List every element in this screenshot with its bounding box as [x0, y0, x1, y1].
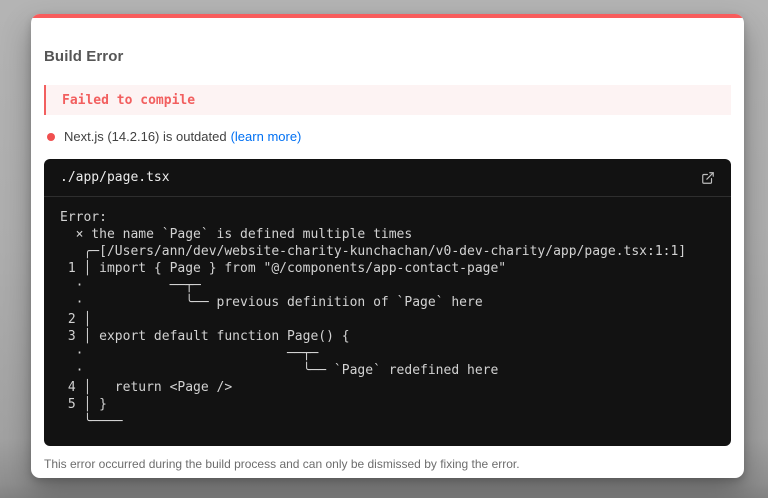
error-file-path: ./app/page.tsx [60, 170, 170, 185]
outdated-status-dot-icon [47, 132, 55, 141]
failed-to-compile-label: Failed to compile [62, 92, 196, 108]
dialog-body: Build Error Failed to compile Next.js (1… [31, 18, 744, 478]
failed-to-compile-callout: Failed to compile [44, 85, 731, 115]
learn-more-link[interactable]: (learn more) [231, 129, 302, 144]
external-link-icon [701, 171, 715, 185]
error-code-frame: ./app/page.tsx Error: × the name `Page` … [44, 159, 731, 446]
code-frame-header: ./app/page.tsx [44, 159, 731, 197]
dialog-title: Build Error [44, 48, 124, 65]
compiler-error-output: Error: × the name `Page` is defined mult… [60, 210, 687, 429]
version-notice-row: Next.js (14.2.16) is outdated (learn mor… [44, 129, 731, 144]
dialog-footer-note: This error occurred during the build pro… [44, 457, 520, 471]
open-in-editor-button[interactable] [701, 171, 715, 185]
version-notice-text: Next.js (14.2.16) is outdated [64, 129, 227, 144]
build-error-dialog: Build Error Failed to compile Next.js (1… [31, 14, 744, 478]
